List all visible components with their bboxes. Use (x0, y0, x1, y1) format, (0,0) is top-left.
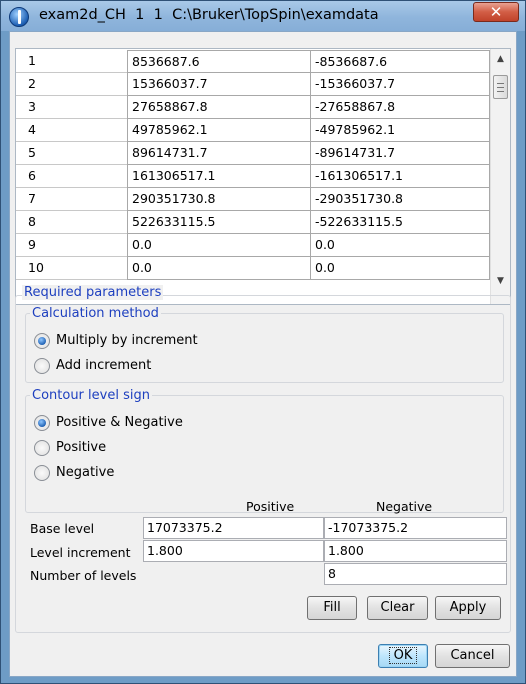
positive-level-cell[interactable]: 89614731.7 (127, 142, 310, 165)
base-level-negative-field[interactable]: -17073375.2 (324, 517, 507, 539)
row-index-cell: 3 (16, 96, 127, 119)
negative-level-cell[interactable]: 0.0 (310, 257, 490, 280)
table-row[interactable]: 5 89614731.7 -89614731.7 (16, 142, 490, 165)
radio-negative[interactable]: Negative (34, 464, 234, 484)
scroll-down-arrow-icon[interactable]: ▼ (491, 273, 510, 290)
cancel-button[interactable]: Cancel (435, 644, 510, 668)
negative-level-cell[interactable]: 0.0 (310, 234, 490, 257)
radio-label: Multiply by increment (56, 333, 198, 348)
contour-level-sign-legend: Contour level sign (30, 388, 152, 403)
clear-button[interactable]: Clear (367, 596, 428, 620)
radio-selected-icon[interactable] (34, 333, 50, 349)
ok-button-label: OK (388, 647, 418, 664)
calculation-method-legend: Calculation method (30, 306, 161, 321)
row-index-cell: 5 (16, 142, 127, 165)
positive-level-cell[interactable]: 0.0 (127, 257, 310, 280)
window-title: exam2d_CH 1 1 C:\Bruker\TopSpin\examdata (39, 7, 379, 23)
positive-level-cell[interactable]: 8536687.6 (127, 50, 310, 73)
dialog-body: 1 8536687.6 -8536687.6 2 15366037.7 -15366037… (9, 31, 517, 677)
topspin-app-icon (9, 7, 29, 27)
radio-unselected-icon[interactable] (34, 358, 50, 374)
positive-level-cell[interactable]: 49785962.1 (127, 119, 310, 142)
negative-level-cell[interactable]: -15366037.7 (310, 73, 490, 96)
negative-level-cell[interactable]: -522633115.5 (310, 211, 490, 234)
table-row[interactable]: 7 290351730.8 -290351730.8 (16, 188, 490, 211)
title-bar[interactable]: exam2d_CH 1 1 C:\Bruker\TopSpin\examdata… (1, 1, 525, 31)
radio-unselected-icon[interactable] (34, 465, 50, 481)
radio-add-increment[interactable]: Add increment (34, 357, 234, 377)
row-index-cell: 8 (16, 211, 127, 234)
table-row[interactable]: 6 161306517.1 -161306517.1 (16, 165, 490, 188)
radio-label: Negative (56, 465, 115, 480)
table-row[interactable]: 9 0.0 0.0 (16, 234, 490, 257)
number-of-levels-field[interactable]: 8 (324, 563, 507, 585)
row-index-cell: 4 (16, 119, 127, 142)
radio-positive[interactable]: Positive (34, 439, 234, 459)
fill-button[interactable]: Fill (307, 596, 357, 620)
row-index-cell: 1 (16, 50, 127, 73)
positive-level-cell[interactable]: 27658867.8 (127, 96, 310, 119)
negative-level-cell[interactable]: -8536687.6 (310, 50, 490, 73)
row-index-cell: 6 (16, 165, 127, 188)
negative-level-cell[interactable]: -290351730.8 (310, 188, 490, 211)
negative-level-cell[interactable]: -49785962.1 (310, 119, 490, 142)
base-level-positive-field[interactable]: 17073375.2 (143, 517, 324, 539)
positive-level-cell[interactable]: 0.0 (127, 234, 310, 257)
negative-level-cell[interactable]: -89614731.7 (310, 142, 490, 165)
level-increment-positive-field[interactable]: 1.800 (143, 540, 324, 562)
scroll-up-arrow-icon[interactable]: ▲ (491, 51, 510, 68)
positive-level-cell[interactable]: 290351730.8 (127, 188, 310, 211)
radio-positive-and-negative[interactable]: Positive & Negative (34, 414, 234, 434)
negative-level-cell[interactable]: -161306517.1 (310, 165, 490, 188)
table-scrollbar[interactable]: ▲ ▼ (490, 49, 510, 304)
scroll-thumb[interactable] (493, 75, 508, 99)
positive-column-header: Positive (246, 499, 295, 514)
table-row[interactable]: 4 49785962.1 -49785962.1 (16, 119, 490, 142)
positive-level-cell[interactable]: 161306517.1 (127, 165, 310, 188)
ok-button[interactable]: OK (378, 644, 428, 668)
close-button[interactable]: ✕ (473, 2, 519, 22)
contour-levels-table: 1 8536687.6 -8536687.6 2 15366037.7 -15366037… (15, 48, 511, 305)
level-increment-negative-field[interactable]: 1.800 (324, 540, 507, 562)
row-index-cell: 10 (16, 257, 127, 280)
radio-label: Add increment (56, 358, 152, 373)
row-index-cell: 9 (16, 234, 127, 257)
table-row[interactable]: 2 15366037.7 -15366037.7 (16, 73, 490, 96)
radio-unselected-icon[interactable] (34, 440, 50, 456)
positive-level-cell[interactable]: 522633115.5 (127, 211, 310, 234)
negative-level-cell[interactable]: -27658867.8 (310, 96, 490, 119)
negative-column-header: Negative (376, 499, 433, 514)
apply-button[interactable]: Apply (435, 596, 501, 620)
base-level-label: Base level (30, 521, 95, 536)
required-parameters-legend: Required parameters (22, 285, 164, 300)
row-index-cell: 2 (16, 73, 127, 96)
radio-label: Positive & Negative (56, 415, 183, 430)
radio-multiply-by-increment[interactable]: Multiply by increment (34, 332, 234, 352)
level-increment-label: Level increment (30, 545, 131, 560)
radio-label: Positive (56, 440, 107, 455)
radio-selected-icon[interactable] (34, 415, 50, 431)
table-row[interactable]: 3 27658867.8 -27658867.8 (16, 96, 490, 119)
row-index-cell: 7 (16, 188, 127, 211)
table-row[interactable]: 8 522633115.5 -522633115.5 (16, 211, 490, 234)
table-row[interactable]: 10 0.0 0.0 (16, 257, 490, 280)
positive-level-cell[interactable]: 15366037.7 (127, 73, 310, 96)
table-row[interactable]: 1 8536687.6 -8536687.6 (16, 50, 490, 73)
number-of-levels-label: Number of levels (30, 568, 137, 583)
dialog-window: exam2d_CH 1 1 C:\Bruker\TopSpin\examdata… (0, 0, 526, 684)
